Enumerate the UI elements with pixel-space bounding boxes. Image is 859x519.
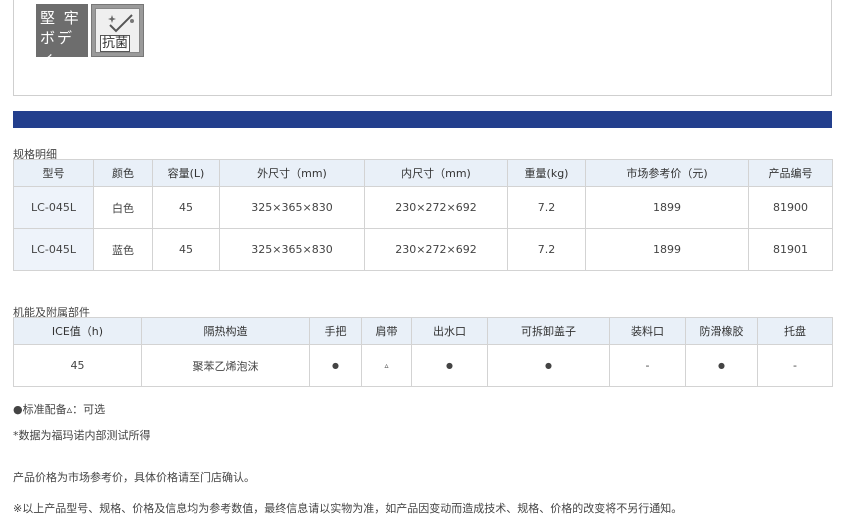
- price-note: 产品价格为市场参考价，具体价格请至门店确认。: [13, 471, 255, 484]
- legend-note: ●标准配备▵：可选: [13, 403, 106, 416]
- spec-header-cell: 型号: [13, 159, 94, 187]
- spec-cell: LC-045L: [13, 186, 94, 229]
- section-divider-bar: [13, 111, 832, 128]
- spec-cell: 白色: [93, 186, 153, 229]
- spec-cell: 230×272×692: [364, 228, 508, 271]
- spec-header-cell: 内尺寸（mm): [364, 159, 508, 187]
- features-header-cell: ICE值（h): [13, 317, 142, 345]
- features-cell: ●: [487, 344, 610, 387]
- features-cell: ▵: [361, 344, 412, 387]
- features-cell: -: [757, 344, 833, 387]
- features-header-cell: 托盘: [757, 317, 833, 345]
- features-cell: ●: [309, 344, 362, 387]
- spec-header-cell: 重量(kg): [507, 159, 586, 187]
- spec-header-cell: 容量(L): [152, 159, 220, 187]
- features-header-cell: 手把: [309, 317, 362, 345]
- spec-cell: 45: [152, 228, 220, 271]
- spec-cell: 7.2: [507, 186, 586, 229]
- features-cell: ●: [411, 344, 488, 387]
- antibacterial-badge-inner: 抗菌: [95, 8, 140, 53]
- spec-header-cell: 市场参考价（元): [585, 159, 749, 187]
- features-header-cell: 可拆卸盖子: [487, 317, 610, 345]
- antibacterial-badge: 抗菌: [91, 4, 144, 57]
- badge-line-2: ボディ: [40, 29, 75, 67]
- features-row: 45 聚苯乙烯泡沫 ● ▵ ● ● - ● -: [13, 344, 833, 387]
- features-header-cell: 出水口: [411, 317, 488, 345]
- spec-header-cell: 外尺寸（mm): [219, 159, 365, 187]
- spec-cell: 1899: [585, 228, 749, 271]
- spec-row: LC-045L 蓝色 45 325×365×830 230×272×692 7.2 1899…: [13, 228, 833, 271]
- features-cell: ●: [685, 344, 758, 387]
- spec-cell: 蓝色: [93, 228, 153, 271]
- antibacterial-label: 抗菌: [100, 35, 131, 52]
- features-cell: 聚苯乙烯泡沫: [141, 344, 310, 387]
- features-table: ICE值（h) 隔热构造 手把 肩带 出水口 可拆卸盖子 装料口 防滑橡胶 托盘 45 聚苯乙烯泡…: [13, 317, 833, 387]
- features-header-cell: 肩带: [361, 317, 412, 345]
- spec-cell: 230×272×692: [364, 186, 508, 229]
- features-header-cell: 隔热构造: [141, 317, 310, 345]
- features-cell: 45: [13, 344, 142, 387]
- spec-header-cell: 产品编号: [748, 159, 833, 187]
- spec-cell: 325×365×830: [219, 186, 365, 229]
- spec-cell: 81900: [748, 186, 833, 229]
- sturdy-body-badge: 堅 牢 ボディ: [36, 4, 88, 67]
- data-note: *数据为福玛诺内部测试所得: [13, 429, 151, 442]
- spec-header-row: 型号 颜色 容量(L) 外尺寸（mm) 内尺寸（mm) 重量(kg) 市场参考价（元) 产品编…: [13, 159, 833, 187]
- spec-cell: LC-045L: [13, 228, 94, 271]
- features-header-row: ICE值（h) 隔热构造 手把 肩带 出水口 可拆卸盖子 装料口 防滑橡胶 托盘: [13, 317, 833, 345]
- spec-cell: 7.2: [507, 228, 586, 271]
- disclaimer-note: ※以上产品型号、规格、价格及信息均为参考数值，最终信息请以实物为准，如产品因变动…: [13, 502, 683, 515]
- spec-header-cell: 颜色: [93, 159, 153, 187]
- spec-cell: 1899: [585, 186, 749, 229]
- sparkle-check-icon: [108, 14, 134, 33]
- features-cell: -: [609, 344, 686, 387]
- badge-line-1: 堅 牢: [40, 9, 81, 27]
- features-header-cell: 防滑橡胶: [685, 317, 758, 345]
- spec-cell: 81901: [748, 228, 833, 271]
- spec-row: LC-045L 白色 45 325×365×830 230×272×692 7.2 1899…: [13, 186, 833, 229]
- spec-cell: 45: [152, 186, 220, 229]
- features-header-cell: 装料口: [609, 317, 686, 345]
- spec-cell: 325×365×830: [219, 228, 365, 271]
- spec-table: 型号 颜色 容量(L) 外尺寸（mm) 内尺寸（mm) 重量(kg) 市场参考价（元) 产品编…: [13, 159, 833, 271]
